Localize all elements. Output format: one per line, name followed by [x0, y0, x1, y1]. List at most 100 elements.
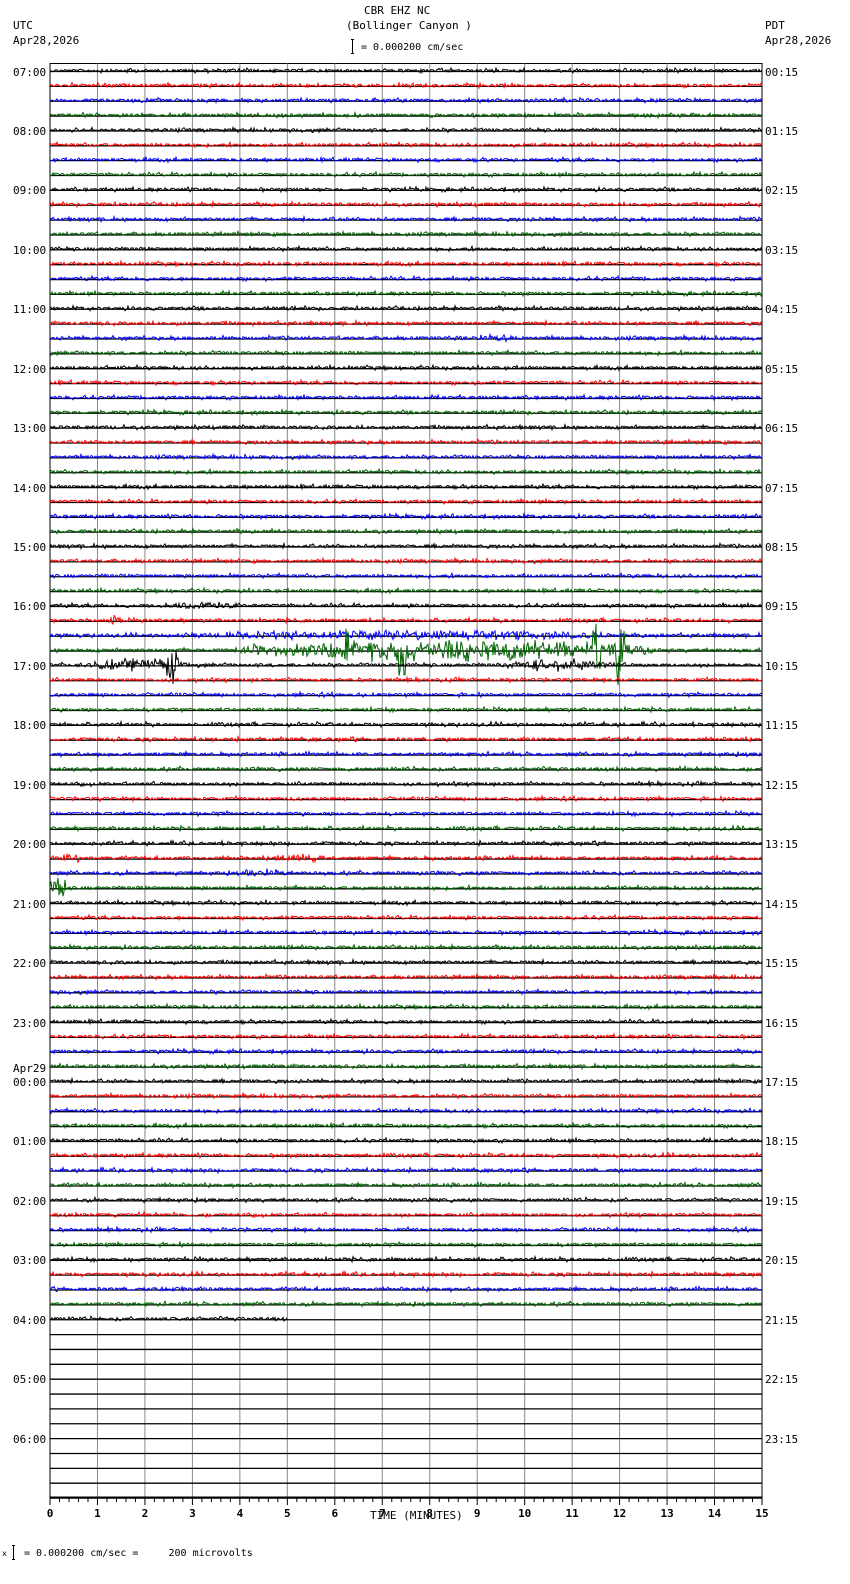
footer-scale-bar-icon [12, 1545, 15, 1560]
seismic-trace [49, 363, 763, 372]
seismic-trace [49, 586, 763, 595]
pdt-hour-label: 20:15 [765, 1254, 799, 1268]
seismic-trace [49, 96, 763, 105]
seismic-trace [49, 794, 763, 803]
pdt-hour-label: 00:15 [765, 65, 799, 79]
seismic-trace [49, 615, 763, 626]
x-tick-label: 1 [94, 1507, 101, 1521]
x-tick-label: 15 [755, 1507, 769, 1521]
seismic-trace [49, 289, 763, 298]
x-tick-label: 10 [518, 1507, 532, 1521]
seismic-trace [49, 332, 763, 344]
pdt-hour-label: 08:15 [765, 541, 799, 555]
utc-hour-label: 09:00 [13, 184, 47, 198]
seismic-trace [49, 422, 763, 432]
seismic-trace [49, 628, 763, 642]
seismic-trace [49, 1032, 763, 1041]
seismic-trace [49, 779, 762, 788]
seismic-trace [49, 541, 763, 551]
pdt-hour-label: 17:15 [765, 1075, 799, 1089]
utc-hour-label: 18:00 [13, 719, 47, 733]
utc-hour-label: 20:00 [13, 838, 47, 852]
seismic-trace [49, 675, 763, 684]
seismic-trace [49, 1195, 763, 1204]
seismic-trace [49, 348, 763, 357]
pdt-hour-label: 23:15 [765, 1432, 799, 1446]
seismic-trace [50, 1166, 763, 1175]
utc-hour-label: 00:00 [13, 1075, 47, 1089]
seismic-trace [49, 719, 763, 729]
utc-hour-label: 06:00 [13, 1432, 47, 1446]
utc-hour-label: 16:00 [13, 600, 47, 614]
seismic-trace [49, 735, 763, 744]
seismic-trace [49, 378, 763, 387]
utc-hour-label: 03:00 [13, 1254, 47, 1268]
seismic-trace [49, 957, 763, 967]
seismic-trace [49, 185, 763, 194]
seismic-trace [49, 705, 763, 714]
utc-hour-label: 14:00 [13, 481, 47, 495]
seismic-trace [49, 852, 763, 864]
pdt-hour-label: 13:15 [765, 838, 799, 852]
seismic-trace [49, 452, 763, 461]
pdt-hour-label: 21:15 [765, 1313, 799, 1327]
seismic-trace [49, 943, 763, 952]
seismic-trace [49, 214, 763, 224]
seismic-trace [49, 1284, 763, 1294]
seismic-trace [49, 1017, 763, 1026]
seismic-trace [49, 1091, 763, 1100]
utc-hour-label: 23:00 [13, 1016, 47, 1030]
utc-hour-label: 07:00 [13, 65, 47, 79]
utc-hour-label: 21:00 [13, 897, 47, 911]
seismic-trace [49, 823, 763, 833]
utc-hour-label: 17:00 [13, 659, 47, 673]
pdt-hour-label: 04:15 [765, 303, 799, 317]
pdt-hour-label: 10:15 [765, 659, 799, 673]
seismic-trace [50, 928, 763, 937]
seismic-trace [49, 1151, 763, 1160]
utc-hour-label: 02:00 [13, 1194, 47, 1208]
seismic-trace [49, 497, 763, 506]
x-tick-label: 14 [707, 1507, 722, 1521]
x-tick-label: 4 [236, 1507, 244, 1521]
seismic-trace [49, 111, 763, 120]
seismic-trace [49, 764, 763, 773]
seismic-trace [49, 1210, 763, 1219]
seismic-trace [49, 66, 763, 75]
seismic-trace [49, 809, 763, 818]
seismic-trace [49, 244, 763, 253]
x-tick-label: 5 [284, 1507, 291, 1521]
utc-hour-label: 11:00 [13, 303, 47, 317]
seismic-trace [49, 1061, 763, 1071]
x-tick-label: 3 [189, 1507, 196, 1521]
utc-hour-label: 04:00 [13, 1313, 47, 1327]
pdt-hour-label: 11:15 [765, 719, 799, 733]
utc-hour-label: 01:00 [13, 1135, 47, 1149]
seismic-trace [49, 898, 763, 907]
seismic-trace [49, 1076, 763, 1085]
x-tick-label: 9 [473, 1507, 481, 1521]
seismic-trace [49, 868, 763, 877]
seismic-trace [49, 81, 763, 90]
seismic-trace [49, 1180, 763, 1190]
seismic-trace [50, 972, 762, 981]
seismic-trace [49, 556, 763, 565]
pdt-hour-label: 14:15 [765, 897, 799, 911]
pdt-hour-label: 03:15 [765, 243, 799, 257]
x-tick-label: 13 [660, 1507, 674, 1521]
seismic-trace [49, 1240, 763, 1249]
seismic-trace [49, 1299, 763, 1308]
seismic-trace [49, 913, 763, 922]
seismic-trace [49, 1136, 763, 1145]
pdt-hour-label: 12:15 [765, 778, 799, 792]
utc-hour-label: 05:00 [13, 1373, 47, 1387]
utc-hour-label: 13:00 [13, 422, 47, 436]
pdt-hour-label: 16:15 [765, 1016, 799, 1030]
utc-hour-label: 12:00 [13, 362, 47, 376]
seismic-trace [49, 200, 763, 209]
seismic-trace [49, 1254, 763, 1264]
seismic-trace [49, 1002, 763, 1011]
seismic-trace [49, 155, 763, 164]
seismic-trace [49, 1121, 763, 1130]
seismic-trace [49, 1225, 763, 1234]
